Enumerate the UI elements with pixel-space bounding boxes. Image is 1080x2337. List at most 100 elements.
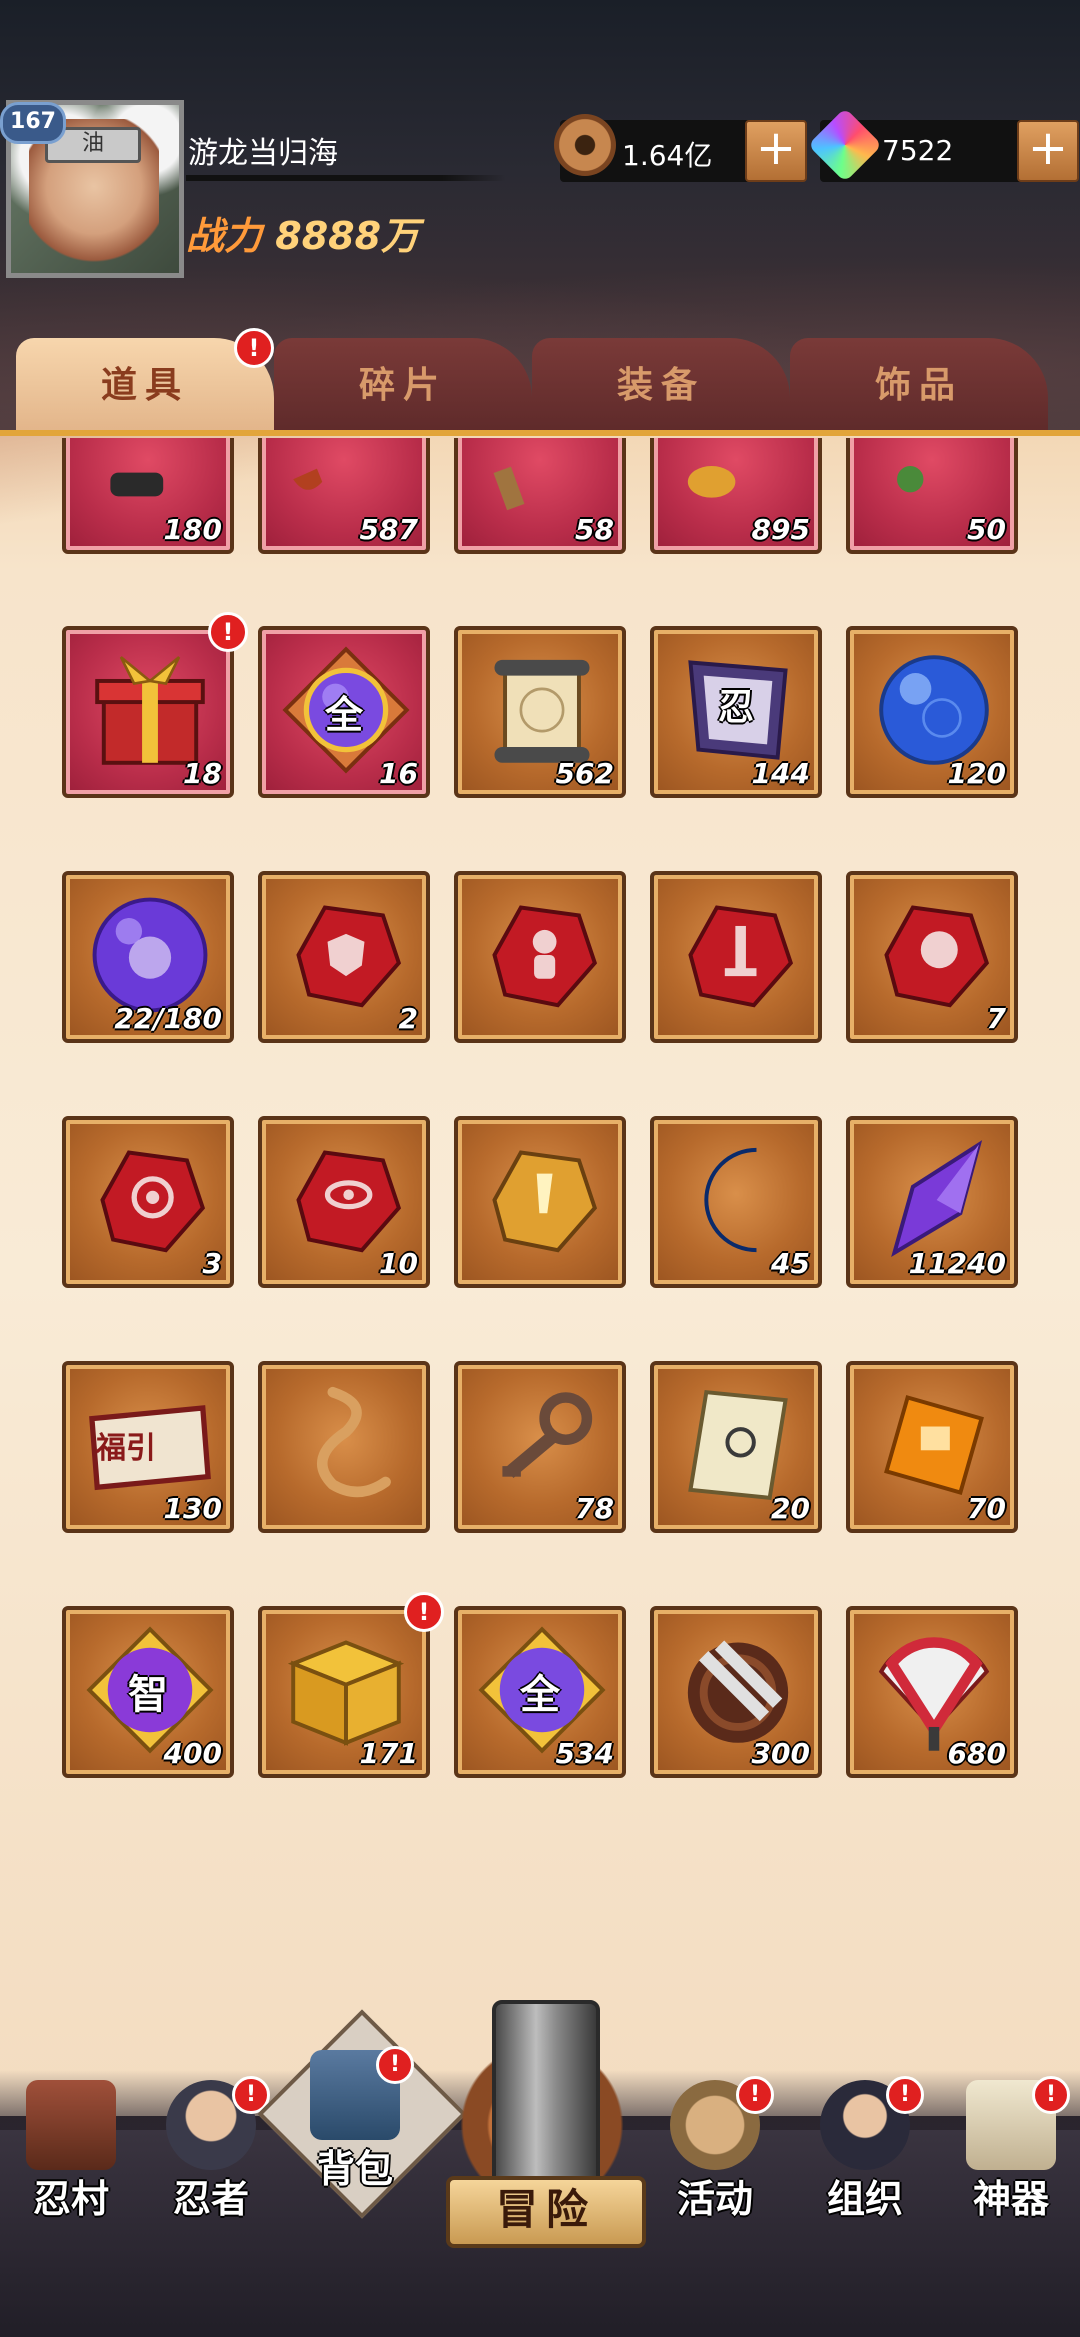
inventory-row-1: ! 18 全 16 562 忍 144 120 <box>62 612 1022 798</box>
item-slot[interactable]: ! 18 <box>62 612 248 798</box>
item-count: 58 <box>575 513 614 546</box>
nav-artifacts-label: 神器 <box>972 2177 1049 2221</box>
item-count: 7 <box>986 1002 1006 1035</box>
item-count: 45 <box>771 1247 810 1280</box>
tab-items-alert: ! <box>234 328 274 368</box>
combat-power-value: 8888万 <box>275 214 420 258</box>
nav-adventure[interactable]: 冒险 <box>442 2000 646 2260</box>
nav-ninjas[interactable]: ! 忍者 <box>146 2076 276 2221</box>
orb-glyph: 全 <box>520 1672 560 1718</box>
add-gems-button[interactable]: + <box>1017 120 1079 182</box>
item-count: 50 <box>967 513 1006 546</box>
item-slot[interactable]: 680 <box>846 1606 1018 1778</box>
inventory-row-4: 福引 130 78 20 70 <box>62 1361 1022 1533</box>
combat-power-label: 战力 <box>186 214 263 258</box>
item-count: 10 <box>379 1247 418 1280</box>
nav-village-label: 忍村 <box>32 2177 109 2221</box>
tab-fragments[interactable]: 碎片 <box>274 338 532 434</box>
inventory-panel: 180 587 58 895 50 ! 18 全 16 562 忍 144 12… <box>0 430 1080 2116</box>
item-slot[interactable]: 300 <box>650 1606 822 1778</box>
item-count: 2 <box>398 1002 418 1035</box>
nav-organization-label: 组织 <box>826 2177 903 2221</box>
tab-accessories-label: 饰品 <box>874 365 963 406</box>
item-slot[interactable]: 120 <box>846 626 1018 798</box>
name-underline <box>186 175 506 181</box>
banner-glyph: 忍 <box>717 687 754 728</box>
tab-fragments-label: 碎片 <box>358 365 447 406</box>
tab-items-label: 道具 <box>100 365 189 406</box>
item-count: 20 <box>771 1492 810 1525</box>
item-slot[interactable]: 78 <box>454 1361 626 1533</box>
item-count: 22/180 <box>114 1002 222 1035</box>
item-count: 400 <box>163 1737 222 1770</box>
nav-bag-label: 背包 <box>316 2147 393 2191</box>
item-slot[interactable] <box>454 1116 626 1288</box>
tab-accessories[interactable]: 饰品 <box>790 338 1048 434</box>
item-slot[interactable]: 全 16 <box>258 626 430 798</box>
item-alert: ! <box>404 1592 444 1632</box>
item-slot[interactable]: ! 171 <box>258 1592 444 1778</box>
gem-currency: 7522 <box>807 107 1035 183</box>
item-count: 171 <box>359 1737 418 1770</box>
item-count: 70 <box>967 1492 1006 1525</box>
item-count: 562 <box>555 757 614 790</box>
item-slot[interactable]: 2 <box>258 871 430 1043</box>
item-count: 11240 <box>908 1247 1006 1280</box>
item-slot[interactable]: 22/180 <box>62 871 234 1043</box>
item-count: 130 <box>163 1492 222 1525</box>
item-count: 3 <box>202 1247 222 1280</box>
item-slot[interactable] <box>258 1361 430 1533</box>
item-slot[interactable] <box>650 871 822 1043</box>
nav-organization-alert: ! <box>886 2076 924 2114</box>
nav-events-label: 活动 <box>676 2177 753 2221</box>
red-stone-fist-icon <box>884 905 990 1008</box>
nav-bag[interactable]: ! 背包 <box>290 2046 420 2191</box>
item-count: 300 <box>751 1737 810 1770</box>
combat-power: 战力 8888万 <box>186 205 419 260</box>
nav-organization[interactable]: ! 组织 <box>800 2076 930 2221</box>
item-count: 18 <box>183 757 222 790</box>
player-name: 游龙当归海 <box>188 136 338 171</box>
tab-equipment[interactable]: 装备 <box>532 338 790 434</box>
copper-value: 1.64亿 <box>622 139 713 172</box>
item-slot[interactable]: 11240 <box>846 1116 1018 1288</box>
item-count: 180 <box>163 513 222 546</box>
orb-glyph: 全 <box>324 693 363 737</box>
adventure-scroll-icon <box>492 2000 600 2198</box>
red-stone-shield-icon <box>296 905 402 1008</box>
item-count: 680 <box>947 1737 1006 1770</box>
item-alert: ! <box>208 612 248 652</box>
item-count: 587 <box>359 513 418 546</box>
item-slot[interactable]: 70 <box>846 1361 1018 1533</box>
item-slot[interactable]: 智 400 <box>62 1606 234 1778</box>
item-count: 144 <box>751 757 810 790</box>
nav-ninjas-label: 忍者 <box>172 2177 249 2221</box>
gem-value: 7522 <box>882 134 954 167</box>
item-slot[interactable] <box>454 871 626 1043</box>
item-slot[interactable]: 10 <box>258 1116 430 1288</box>
tab-equipment-label: 装备 <box>616 365 705 406</box>
item-slot[interactable]: 45 <box>650 1116 822 1288</box>
item-slot[interactable]: 忍 144 <box>650 626 822 798</box>
item-slot[interactable]: 562 <box>454 626 626 798</box>
item-slot[interactable]: 7 <box>846 871 1018 1043</box>
nav-artifacts-alert: ! <box>1032 2076 1070 2114</box>
nav-artifacts[interactable]: ! 神器 <box>946 2076 1076 2221</box>
red-stone-target-icon <box>100 1150 206 1253</box>
item-slot[interactable]: 20 <box>650 1361 822 1533</box>
red-stone-sword-icon <box>688 905 794 1008</box>
item-count: 120 <box>947 757 1006 790</box>
item-slot[interactable]: 3 <box>62 1116 234 1288</box>
item-slot[interactable]: 福引 130 <box>62 1361 234 1533</box>
item-slot[interactable]: 全 534 <box>454 1606 626 1778</box>
orb-glyph: 智 <box>128 1672 168 1718</box>
level-badge: 167 <box>0 102 66 144</box>
gold-stone-icon <box>492 1150 598 1253</box>
nav-events[interactable]: ! 活动 <box>650 2076 780 2221</box>
copper-coin-icon <box>554 114 616 176</box>
inventory-row-2: 22/180 2 7 <box>62 871 1022 1043</box>
add-copper-button[interactable]: + <box>745 120 807 182</box>
item-count: 534 <box>555 1737 614 1770</box>
inventory-row-5: 智 400 ! 171 全 534 300 680 <box>62 1592 1022 1778</box>
nav-village[interactable]: 忍村 <box>6 2080 136 2221</box>
